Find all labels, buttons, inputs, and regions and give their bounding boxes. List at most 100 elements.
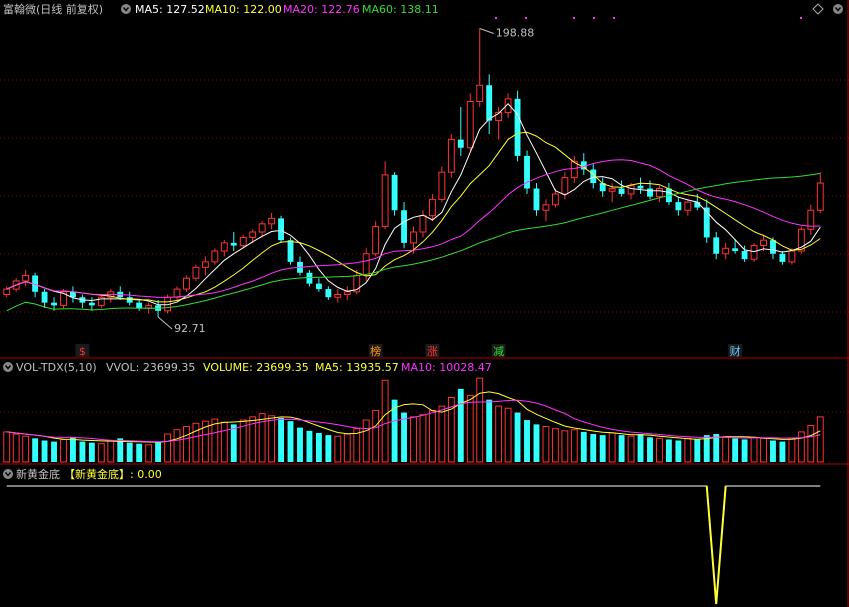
candle-body: [466, 101, 474, 149]
vol-collapse-icon[interactable]: [3, 362, 13, 372]
price-panel: 198.88 92.71 $ 榜 涨 减 财: [3, 26, 824, 358]
volume-bar: [570, 429, 578, 463]
volume-bar: [608, 432, 616, 463]
candle-body: [788, 250, 796, 263]
volume-bar: [741, 439, 748, 462]
indicator-spike: [705, 485, 727, 605]
ma60-label: MA60: 138.11: [362, 3, 439, 16]
stock-chart[interactable]: 198.88 92.71 $ 榜 涨 减 财 富翰微(日线 前复权) MA5: 127.52…: [0, 0, 849, 607]
volume-bar: [599, 435, 606, 462]
candle-body: [410, 231, 417, 244]
volume-bar: [514, 412, 521, 462]
volume-bar: [627, 435, 635, 463]
candle-body: [287, 240, 294, 262]
volume-bar: [79, 441, 86, 462]
candle: [220, 240, 228, 257]
candle-body: [476, 84, 484, 103]
candle-body: [486, 85, 493, 121]
vol-name: VOL-TDX(5,10): [16, 361, 97, 374]
candle: [618, 180, 625, 197]
candle-body: [428, 198, 436, 217]
volume-bar: [807, 424, 815, 463]
volume-bar: [51, 441, 57, 462]
candle: [816, 172, 824, 213]
candle: [334, 289, 342, 303]
candle: [524, 150, 530, 194]
diamond-icon[interactable]: [812, 3, 824, 15]
candle-body: [343, 291, 351, 296]
volume-bar: [713, 434, 720, 462]
ind-collapse-icon[interactable]: [3, 469, 13, 479]
candle-body: [542, 204, 550, 211]
candle: [381, 161, 389, 230]
volume-bar: [750, 436, 758, 463]
candle: [268, 212, 276, 230]
ma20-label: MA20: 122.76: [283, 3, 360, 16]
volume-bar: [268, 415, 276, 463]
candle-body: [334, 294, 342, 298]
candle-body: [750, 245, 758, 260]
volume-bar: [22, 435, 30, 463]
volume-bar: [12, 433, 20, 463]
candle: [807, 204, 815, 235]
menu-icon[interactable]: [833, 4, 843, 14]
candle: [325, 286, 332, 300]
volume-bar: [107, 440, 115, 463]
candle: [297, 256, 303, 276]
volume-bar: [145, 444, 153, 463]
volume-bar: [770, 440, 776, 462]
volume-bar: [230, 424, 237, 462]
candle: [476, 28, 484, 107]
candle: [447, 134, 455, 178]
candle: [22, 270, 30, 287]
candle: [391, 172, 398, 216]
event-tag-text: 财: [730, 344, 741, 358]
volume-bar: [486, 399, 493, 462]
volume-bar: [722, 436, 730, 463]
volume-panel: [3, 377, 824, 463]
marker-dot: [800, 17, 802, 19]
candle-body: [561, 177, 569, 195]
candle: [88, 297, 95, 311]
volume-bar: [457, 388, 464, 462]
candle: [580, 153, 587, 175]
volume-bar: [164, 433, 171, 463]
vol-ma10-label: MA10: 10028.47: [401, 361, 492, 374]
volume-bar: [343, 433, 351, 463]
volume-bar: [211, 418, 219, 463]
volume-bar: [220, 421, 228, 463]
candle-body: [647, 188, 653, 197]
volume-bar: [797, 431, 805, 463]
event-tag-text: 减: [493, 345, 504, 358]
candle: [533, 183, 540, 216]
marker-dot: [573, 17, 575, 19]
volume-bar: [788, 437, 796, 463]
collapse-icon[interactable]: [121, 4, 131, 14]
candle-body: [211, 250, 219, 263]
indicator-panel: [6, 485, 821, 605]
volume-bar: [155, 441, 162, 462]
candle: [136, 299, 143, 311]
candle-body: [533, 188, 540, 211]
candle-body: [551, 193, 559, 206]
volume-header: VOL-TDX(5,10) VVOL: 23699.35 VOLUME: 236…: [3, 361, 492, 374]
volume-bar: [760, 437, 767, 463]
candle: [70, 286, 76, 303]
volume-bar: [381, 379, 389, 463]
volume-bar: [816, 416, 824, 463]
annotation-text: 198.88: [496, 26, 535, 39]
candle-body: [722, 247, 730, 255]
volume-bar: [136, 443, 143, 462]
volume-bar: [665, 439, 672, 462]
candle-body: [41, 291, 48, 303]
volume-bar: [372, 409, 380, 463]
volume-bar: [60, 438, 67, 463]
volume-bar: [684, 437, 692, 463]
volume-bar: [466, 394, 474, 463]
volume-bar: [694, 439, 701, 462]
volume-bar: [97, 443, 105, 463]
volume-bar: [334, 435, 342, 463]
indicator-value-label: 【新黄金底】: 0.00: [64, 467, 162, 481]
volume-bar: [401, 412, 407, 462]
volume-bar: [533, 424, 540, 462]
